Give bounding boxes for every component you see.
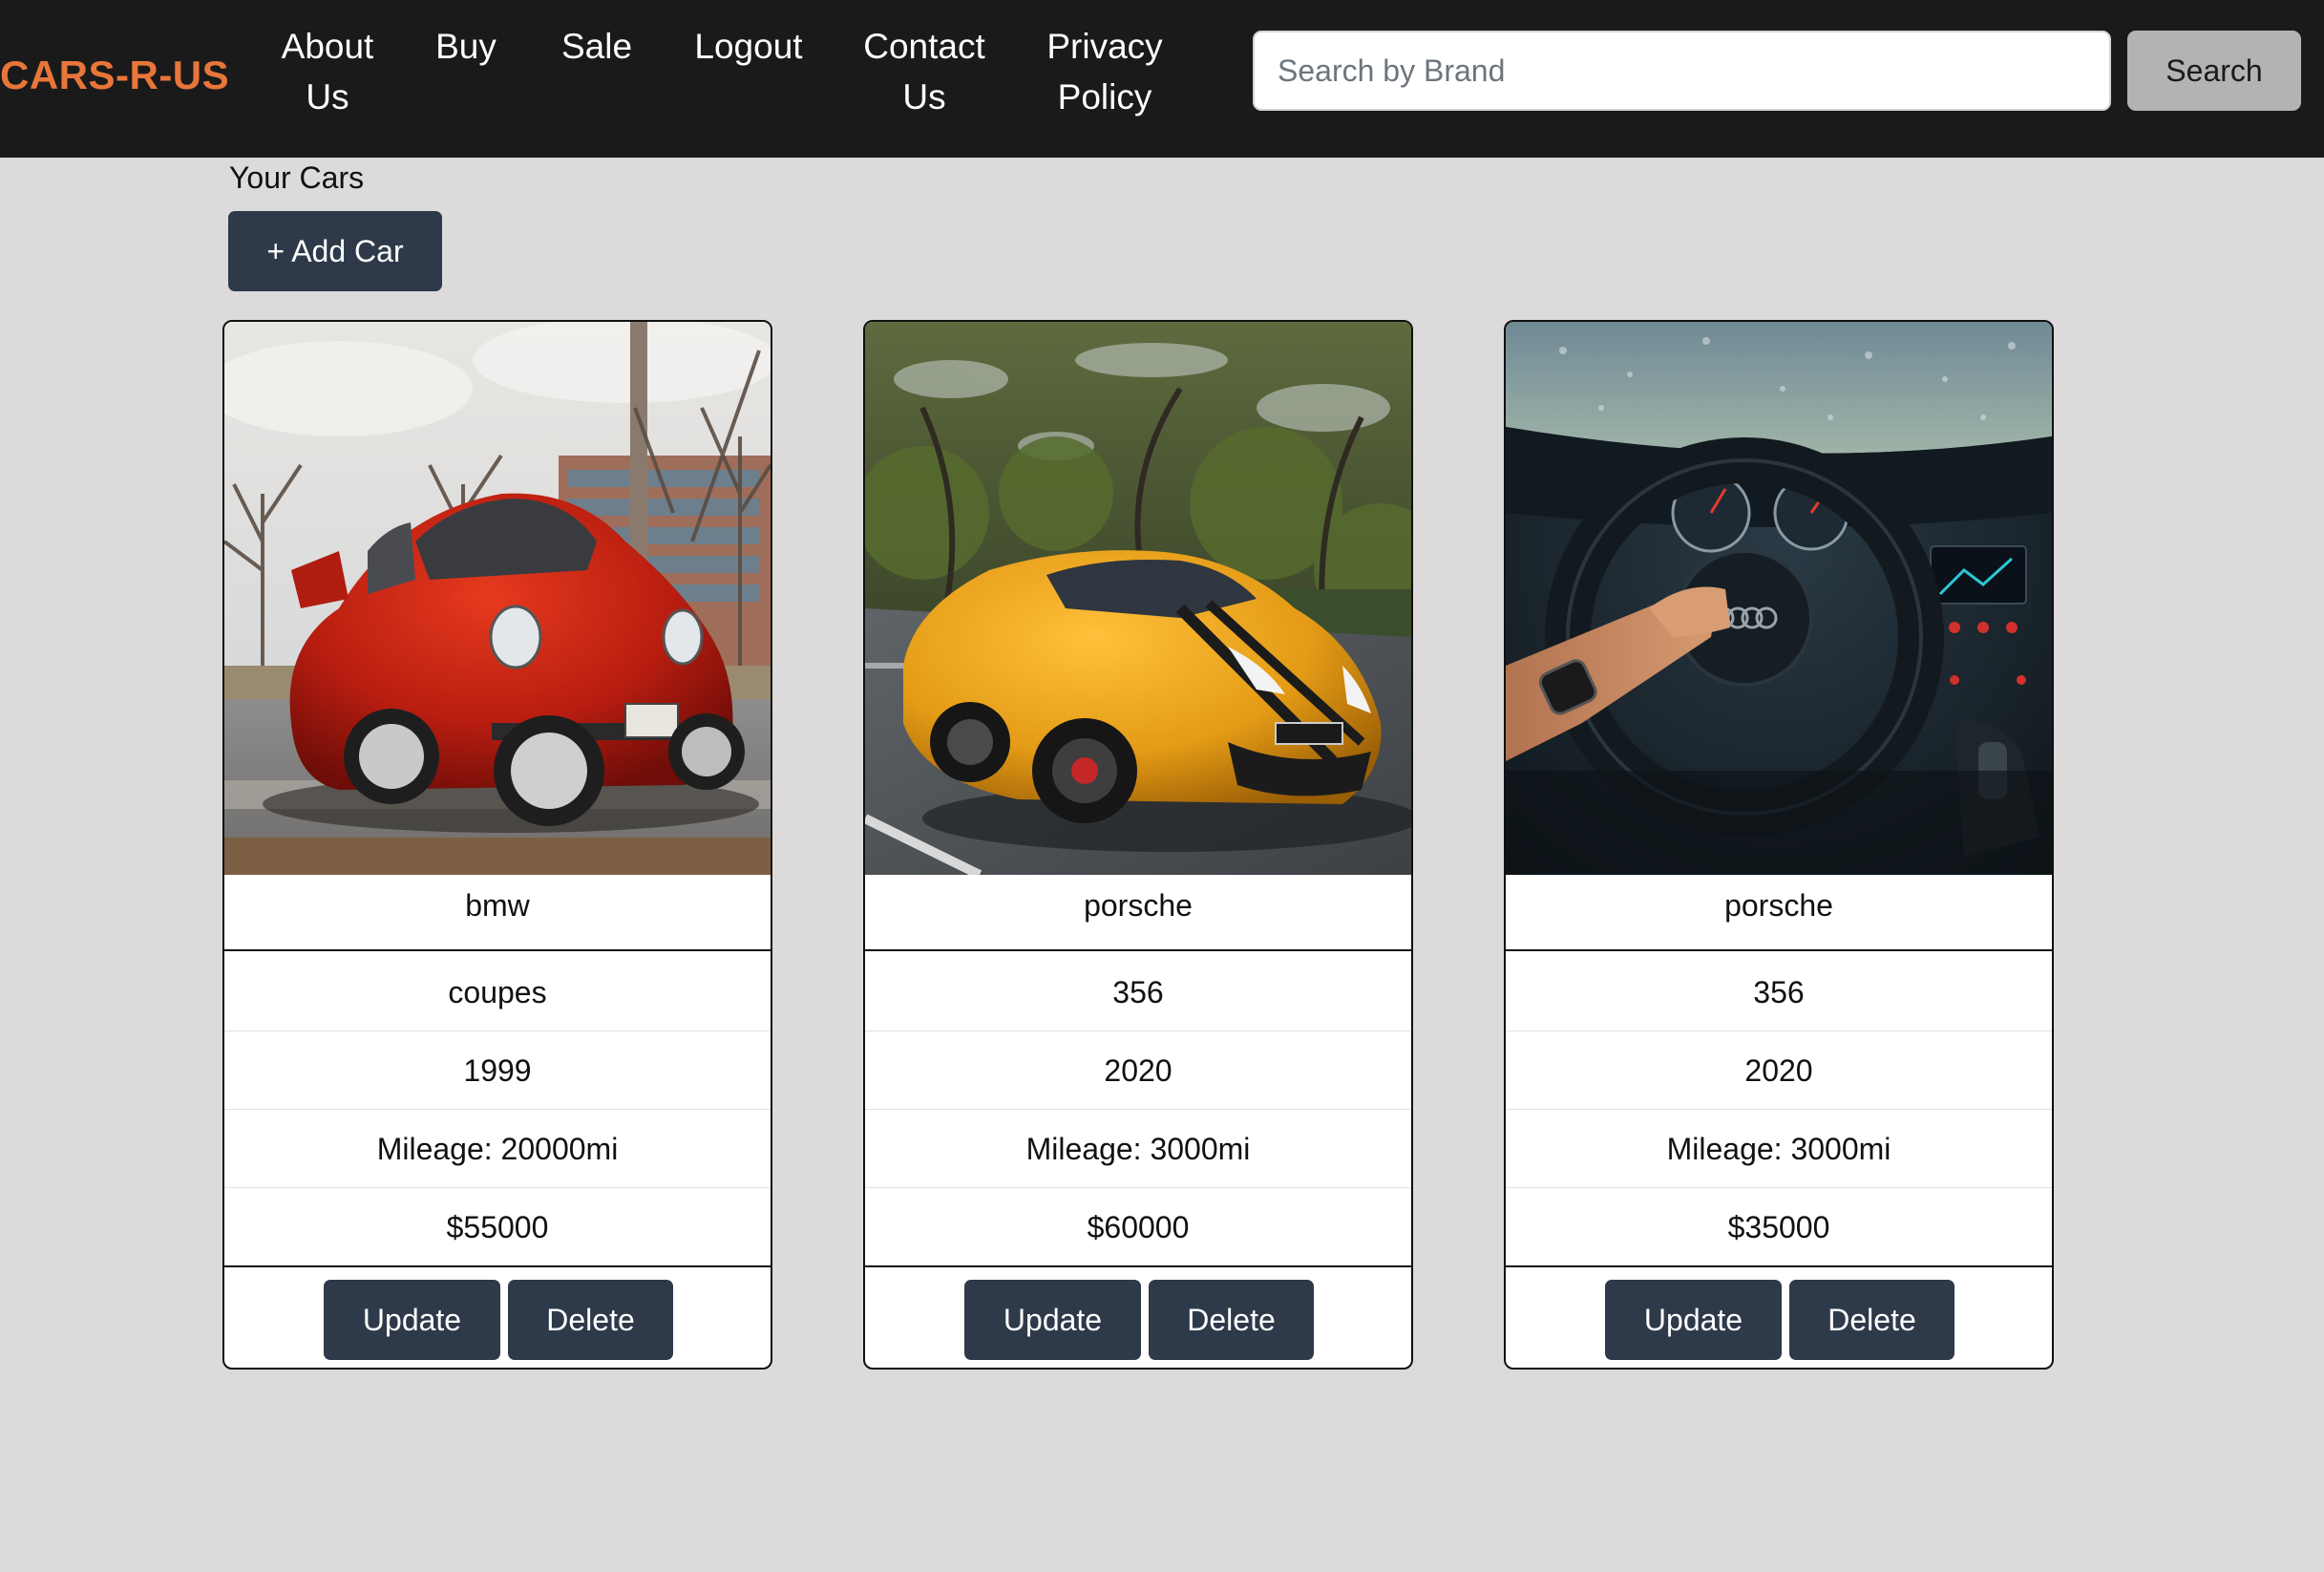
- car-model: coupes: [224, 953, 771, 1031]
- red-coupe-photo: [224, 322, 771, 875]
- car-brand: porsche: [865, 875, 1411, 951]
- update-button[interactable]: Update: [324, 1280, 500, 1360]
- car-brand: porsche: [1506, 875, 2052, 951]
- search-button[interactable]: Search: [2127, 31, 2301, 111]
- delete-button[interactable]: Delete: [508, 1280, 673, 1360]
- car-year: 1999: [224, 1031, 771, 1110]
- nav-link-label: Us: [306, 77, 349, 117]
- car-interior-photo: [1506, 322, 2052, 875]
- nav-link-label: Policy: [1057, 77, 1152, 117]
- brand-logo[interactable]: CARS-R-US: [0, 55, 229, 96]
- car-model: 356: [1506, 953, 2052, 1031]
- car-year: 2020: [1506, 1031, 2052, 1110]
- car-brand: bmw: [224, 875, 771, 951]
- nav-link-privacy-policy[interactable]: Privacy Policy: [1041, 21, 1169, 122]
- car-mileage: Mileage: 3000mi: [865, 1110, 1411, 1188]
- update-button[interactable]: Update: [964, 1280, 1141, 1360]
- car-card: porsche 356 2020 Mileage: 3000mi $35000 …: [1504, 320, 2054, 1370]
- delete-button[interactable]: Delete: [1149, 1280, 1314, 1360]
- car-image: [865, 322, 1411, 875]
- nav-link-label: Privacy: [1046, 27, 1163, 66]
- card-actions: Update Delete: [865, 1267, 1411, 1368]
- card-actions: Update Delete: [224, 1267, 771, 1368]
- car-price: $60000: [865, 1188, 1411, 1267]
- car-card: bmw coupes 1999 Mileage: 20000mi $55000 …: [222, 320, 772, 1370]
- yellow-sports-car-photo: [865, 322, 1411, 875]
- update-button[interactable]: Update: [1605, 1280, 1782, 1360]
- car-card: porsche 356 2020 Mileage: 3000mi $60000 …: [863, 320, 1413, 1370]
- nav-link-sale[interactable]: Sale: [554, 21, 640, 72]
- card-actions: Update Delete: [1506, 1267, 2052, 1368]
- nav-link-contact-us[interactable]: Contact Us: [857, 21, 991, 122]
- nav-link-logout[interactable]: Logout: [689, 21, 808, 72]
- car-image: [224, 322, 771, 875]
- nav-link-label: Us: [902, 77, 946, 117]
- add-car-button[interactable]: + Add Car: [228, 211, 442, 291]
- nav-link-about-us[interactable]: About Us: [277, 21, 378, 122]
- car-mileage: Mileage: 3000mi: [1506, 1110, 2052, 1188]
- car-price: $55000: [224, 1188, 771, 1267]
- car-price: $35000: [1506, 1188, 2052, 1267]
- nav-link-label: Contact: [863, 27, 985, 66]
- car-model: 356: [865, 953, 1411, 1031]
- page-title: Your Cars: [229, 160, 365, 195]
- car-mileage: Mileage: 20000mi: [224, 1110, 771, 1188]
- nav-link-label: About: [281, 27, 374, 66]
- navbar: CARS-R-US About Us Buy Sale Logout Conta…: [0, 0, 2324, 158]
- search-input[interactable]: [1253, 31, 2111, 111]
- delete-button[interactable]: Delete: [1789, 1280, 1954, 1360]
- car-year: 2020: [865, 1031, 1411, 1110]
- car-image: [1506, 322, 2052, 875]
- nav-link-buy[interactable]: Buy: [428, 21, 504, 72]
